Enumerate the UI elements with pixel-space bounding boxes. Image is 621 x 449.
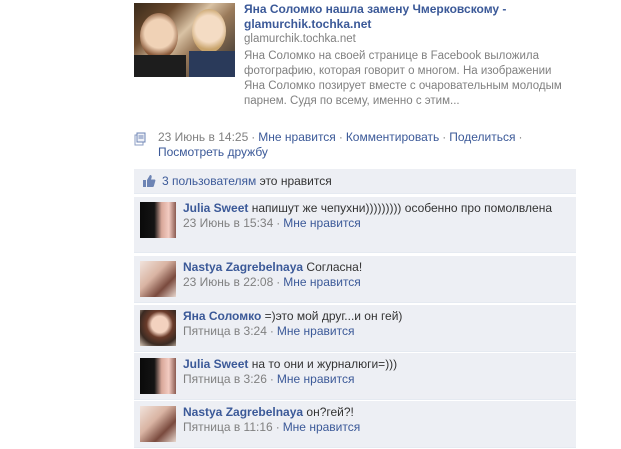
separator: · (269, 324, 274, 338)
comment-author-link[interactable]: Яна Соломко (183, 309, 261, 323)
likes-suffix: это нравится (256, 174, 332, 188)
story-domain: glamurchik.tochka.net (244, 33, 356, 45)
like-link[interactable]: Мне нравится (258, 130, 336, 144)
story-timestamp[interactable]: 23 Июнь в 14:25 (158, 130, 248, 144)
separator: · (276, 216, 281, 230)
comment-link[interactable]: Комментировать (346, 130, 439, 144)
separator: · (269, 372, 274, 386)
comment-author-link[interactable]: Julia Sweet (183, 357, 248, 371)
avatar[interactable] (140, 310, 176, 346)
comment-like-link[interactable]: Мне нравится (283, 420, 361, 434)
story-thumbnail[interactable] (134, 3, 235, 77)
separator: · (251, 130, 256, 144)
comment-timestamp[interactable]: Пятница в 3:24 (183, 324, 267, 338)
comment-text: Согласна! (306, 260, 363, 274)
story-title-link[interactable]: Яна Соломко нашла замену Чмерковскому - … (244, 2, 574, 32)
separator: · (442, 130, 447, 144)
likes-summary: 3 пользователям это нравится (134, 169, 576, 194)
comment-author-link[interactable]: Nastya Zagrebelnaya (183, 260, 303, 274)
comment-item: Nastya Zagrebelnaya он?гей?! Пятница в 1… (134, 401, 576, 448)
avatar[interactable] (140, 261, 176, 297)
separator: · (518, 130, 523, 144)
comment-timestamp[interactable]: 23 Июнь в 22:08 (183, 275, 273, 289)
comment-timestamp[interactable]: 23 Июнь в 15:34 (183, 216, 273, 230)
separator: · (338, 130, 343, 144)
avatar[interactable] (140, 202, 176, 238)
comment-like-link[interactable]: Мне нравится (277, 324, 355, 338)
comment-item: Julia Sweet напишут же чепухни))))))))) … (134, 197, 576, 253)
avatar[interactable] (140, 358, 176, 394)
thumbs-up-icon (143, 175, 156, 187)
story-description: Яна Соломко на своей странице в Facebook… (244, 50, 562, 107)
comment-text: на то они и журналюги=))) (251, 357, 398, 371)
likers-count-link[interactable]: 3 пользователям (162, 174, 256, 188)
comment-item: Julia Sweet на то они и журналюги=))) Пя… (134, 353, 576, 400)
comment-timestamp[interactable]: Пятница в 3:26 (183, 372, 267, 386)
comment-text: =)это мой друг...и он гей) (264, 309, 403, 323)
comment-author-link[interactable]: Nastya Zagrebelnaya (183, 405, 303, 419)
avatar[interactable] (140, 406, 176, 442)
separator: · (275, 420, 280, 434)
comment-like-link[interactable]: Мне нравится (283, 275, 361, 289)
comment-item: Nastya Zagrebelnaya Согласна! 23 Июнь в … (134, 256, 576, 303)
see-friendship-link[interactable]: Посмотреть дружбу (158, 145, 268, 159)
comment-like-link[interactable]: Мне нравится (277, 372, 355, 386)
comment-like-link[interactable]: Мне нравится (283, 216, 361, 230)
comment-author-link[interactable]: Julia Sweet (183, 201, 248, 215)
comment-text: напишут же чепухни))))))))) особенно про… (251, 201, 553, 215)
comment-text: он?гей?! (306, 405, 354, 419)
comment-timestamp[interactable]: Пятница в 11:16 (183, 420, 273, 434)
separator: · (276, 275, 281, 289)
share-link[interactable]: Поделиться (449, 130, 515, 144)
comment-item: Яна Соломко =)это мой друг...и он гей) П… (134, 305, 576, 352)
shared-link-icon (134, 132, 146, 146)
